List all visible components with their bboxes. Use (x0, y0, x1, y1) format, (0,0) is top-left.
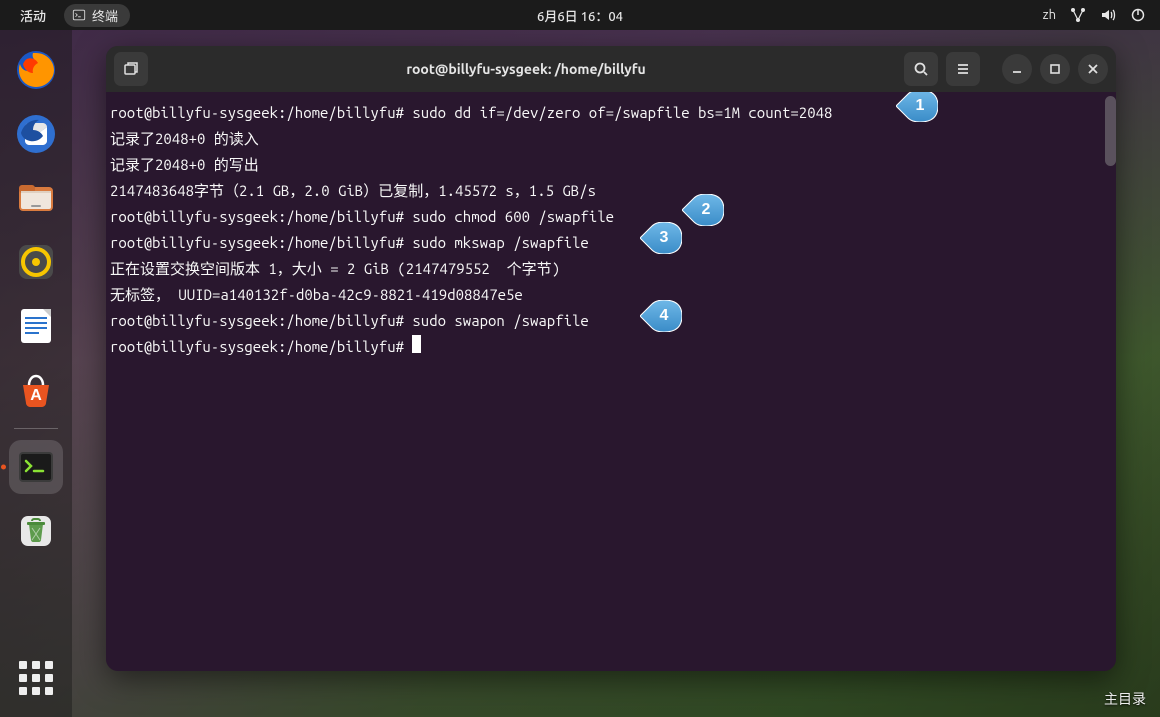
term-line: root@billyfu-sysgeek:/home/billyfu# sudo… (110, 100, 1112, 126)
close-button[interactable] (1078, 54, 1108, 84)
app-grid-button[interactable] (9, 651, 63, 705)
power-icon[interactable] (1130, 7, 1146, 23)
dock-software-center[interactable]: A (9, 363, 63, 417)
dock-terminal[interactable] (9, 440, 63, 494)
dock-separator (14, 428, 58, 429)
term-line: 2147483648字节（2.1 GB，2.0 GiB）已复制，1.45572 … (110, 178, 1112, 204)
input-method-indicator[interactable]: zh (1043, 8, 1056, 22)
dock-files[interactable] (9, 171, 63, 225)
new-tab-button[interactable] (114, 52, 148, 86)
maximize-button[interactable] (1040, 54, 1070, 84)
scrollbar-thumb[interactable] (1105, 96, 1116, 166)
desktop-folder-label[interactable]: 主目录 (1104, 689, 1146, 709)
term-line: root@billyfu-sysgeek:/home/billyfu# sudo… (110, 230, 1112, 256)
terminal-icon (72, 8, 86, 22)
term-line-prompt: root@billyfu-sysgeek:/home/billyfu# (110, 334, 1112, 360)
window-titlebar: root@billyfu-sysgeek: /home/billyfu (106, 46, 1116, 92)
term-line: 无标签， UUID=a140132f-d0ba-42c9-8821-419d08… (110, 282, 1112, 308)
active-app-label: 终端 (92, 6, 118, 25)
term-line: root@billyfu-sysgeek:/home/billyfu# sudo… (110, 204, 1112, 230)
cursor (412, 335, 421, 353)
svg-text:A: A (30, 387, 42, 404)
volume-icon[interactable] (1100, 7, 1116, 23)
term-line: 正在设置交换空间版本 1，大小 = 2 GiB (2147479552 个字节) (110, 256, 1112, 282)
hamburger-menu-button[interactable] (946, 52, 980, 86)
network-icon[interactable] (1070, 7, 1086, 23)
activities-button[interactable]: 活动 (14, 4, 52, 27)
dock-rhythmbox[interactable] (9, 235, 63, 289)
minimize-button[interactable] (1002, 54, 1032, 84)
dock-trash[interactable] (9, 504, 63, 558)
dock-firefox[interactable] (9, 43, 63, 97)
dock-libreoffice-writer[interactable] (9, 299, 63, 353)
term-line: root@billyfu-sysgeek:/home/billyfu# sudo… (110, 308, 1112, 334)
term-line: 记录了2048+0 的写出 (110, 152, 1112, 178)
clock[interactable]: 6月6日 16：04 (537, 6, 623, 25)
dock: A (0, 30, 72, 717)
term-line: 记录了2048+0 的读入 (110, 126, 1112, 152)
terminal-content[interactable]: root@billyfu-sysgeek:/home/billyfu# sudo… (106, 92, 1116, 671)
terminal-window: root@billyfu-sysgeek: /home/billyfu root… (106, 46, 1116, 671)
window-title: root@billyfu-sysgeek: /home/billyfu (156, 61, 896, 77)
top-panel: 活动 终端 6月6日 16：04 zh (0, 0, 1160, 30)
dock-thunderbird[interactable] (9, 107, 63, 161)
active-app-indicator[interactable]: 终端 (64, 4, 130, 27)
search-button[interactable] (904, 52, 938, 86)
